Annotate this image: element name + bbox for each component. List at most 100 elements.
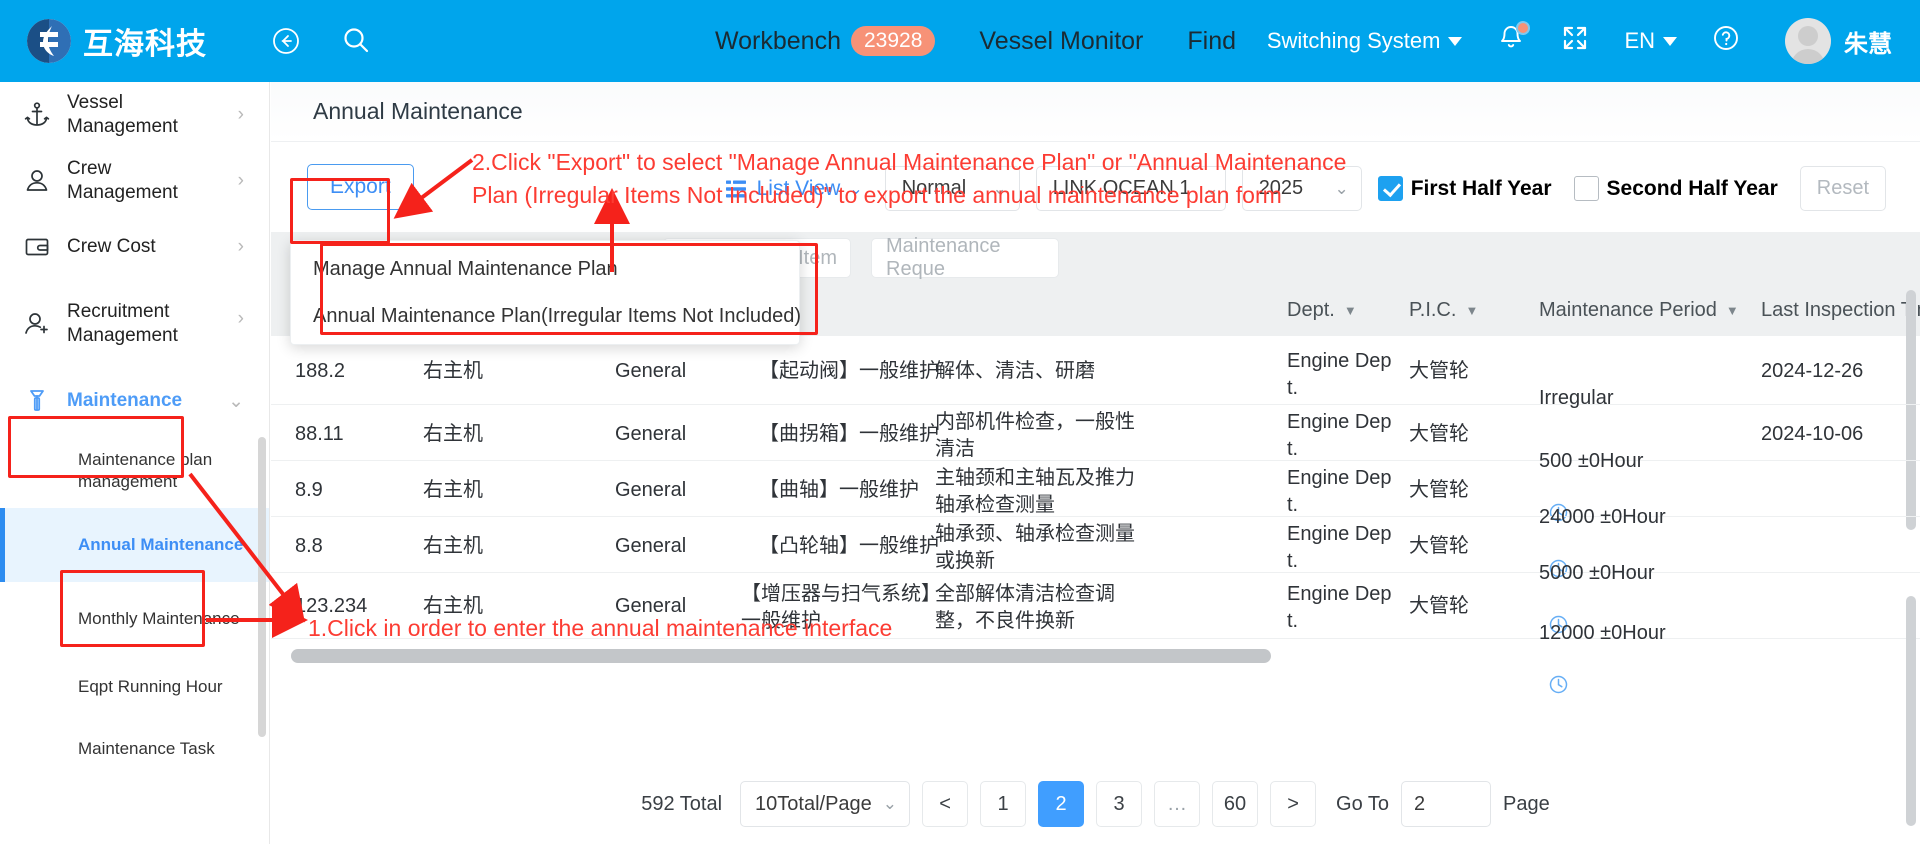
- sidebar-subitem-label: Eqpt Running Hour: [78, 677, 223, 697]
- column-header-last-inspection-time[interactable]: Last Inspection Tim: [1761, 284, 1920, 336]
- chevron-down-icon: [1663, 36, 1677, 46]
- wallet-icon: [20, 230, 54, 264]
- cell-equipment: 右主机: [423, 423, 483, 445]
- table-row[interactable]: 188.2 右主机 General 【起动阀】一般维护 解体、清洁、研磨 Eng…: [271, 336, 1920, 409]
- column-header-dept[interactable]: Dept. ▼: [1287, 284, 1357, 336]
- nav-item-workbench[interactable]: Workbench 23928: [715, 25, 936, 57]
- pagination-next-button[interactable]: >: [1270, 781, 1317, 827]
- cell-no: 8.9: [295, 479, 323, 501]
- maintenance-reque-filter-input[interactable]: Maintenance Reque: [871, 235, 1059, 280]
- notification-button[interactable]: [1479, 21, 1543, 59]
- sidebar: Vessel Management › Crew Management › Cr…: [0, 82, 270, 844]
- page-size-select[interactable]: 10Total/Page ⌄: [740, 781, 911, 827]
- sidebar-subitem-monthly-maintenance[interactable]: Monthly Maintenance: [0, 582, 269, 656]
- sidebar-item-label: Recruitment Management: [67, 301, 178, 346]
- column-label: Dept.: [1287, 298, 1335, 321]
- normal-select[interactable]: Normal ⌄: [884, 166, 1020, 211]
- cell-pic: 大管轮: [1409, 479, 1469, 501]
- list-view-toggle[interactable]: List View ⌄: [724, 177, 863, 201]
- first-half-year-checkbox[interactable]: First Half Year: [1377, 176, 1552, 201]
- sidebar-item-vessel-management[interactable]: Vessel Management ›: [0, 82, 269, 148]
- cell-last-inspection: 2024-10-06: [1761, 423, 1864, 445]
- nav-item-vessel-monitor[interactable]: Vessel Monitor: [979, 27, 1143, 56]
- sort-caret-icon: ▼: [1465, 302, 1479, 318]
- sidebar-item-crew-cost[interactable]: Crew Cost ›: [0, 214, 269, 280]
- cell-dept: Engine Dep t.: [1287, 411, 1392, 460]
- sidebar-subitem-maintenance-plan-management[interactable]: Maintenance plan management: [0, 434, 269, 508]
- search-icon[interactable]: [339, 24, 373, 58]
- chevron-down-icon: [1448, 36, 1463, 46]
- language-switch-button[interactable]: EN: [1607, 28, 1694, 54]
- brand[interactable]: 互海科技: [26, 18, 207, 64]
- cell-requirement: 全部解体清洁检查调 整，不良件换新: [935, 583, 1115, 632]
- sidebar-scrollbar[interactable]: [258, 437, 266, 737]
- chevron-down-icon: ⌄: [992, 178, 1007, 198]
- switching-system-button[interactable]: Switching System: [1250, 28, 1480, 54]
- avatar: [1785, 18, 1831, 64]
- table-row[interactable]: 8.9 右主机 General 【曲轴】一般维护 主轴颈和主轴瓦及推力 轴承检查…: [271, 461, 1920, 578]
- pagination-page-3[interactable]: 3: [1096, 781, 1143, 827]
- table-row[interactable]: 88.11 右主机 General 【曲拐箱】一般维护 内部机件检查，一般性 清…: [271, 405, 1920, 522]
- cell-pic: 大管轮: [1409, 595, 1469, 617]
- pagination-ellipsis[interactable]: …: [1154, 781, 1201, 827]
- cell-requirement: 轴承颈、轴承检查测量 或换新: [935, 523, 1135, 572]
- pagination-goto-input[interactable]: 2: [1401, 781, 1492, 827]
- main-nav: Workbench 23928 Vessel Monitor Find: [715, 0, 1236, 82]
- help-button[interactable]: [1694, 23, 1758, 59]
- sidebar-item-recruitment-management[interactable]: Recruitment Management ›: [0, 280, 269, 368]
- person-add-icon: [20, 307, 54, 341]
- cell-item: 【增压器与扫气系统】 一般维护: [741, 583, 941, 632]
- pagination-page-60[interactable]: 60: [1212, 781, 1259, 827]
- second-half-year-checkbox[interactable]: Second Half Year: [1573, 176, 1778, 201]
- cell-pic: 大管轮: [1409, 535, 1469, 557]
- vessel-select[interactable]: LINK OCEAN 1 ⌄: [1035, 166, 1226, 211]
- chevron-right-icon: ›: [237, 308, 244, 329]
- toolbar: Export List View ⌄ Normal ⌄ LINK OCEAN 1…: [271, 142, 1920, 232]
- column-label: Last Inspection Tim: [1761, 298, 1920, 321]
- pagination-page-1[interactable]: 1: [980, 781, 1027, 827]
- sidebar-subitem-label: Annual Maintenance: [78, 535, 244, 555]
- table-row[interactable]: 8.8 右主机 General 【凸轮轴】一般维护 轴承颈、轴承检查测量 或换新…: [271, 517, 1920, 634]
- year-select[interactable]: 2025 ⌄: [1241, 166, 1362, 211]
- language-label: EN: [1624, 28, 1655, 53]
- sidebar-item-label: Crew Management: [67, 158, 178, 203]
- table-horizontal-scrollbar[interactable]: [291, 649, 1271, 663]
- switching-system-label: Switching System: [1266, 28, 1441, 53]
- notification-dot: [1516, 21, 1531, 35]
- page-size-value: 10Total/Page: [755, 792, 872, 815]
- chevron-right-icon: ›: [237, 236, 244, 257]
- chevron-down-icon: ⌄: [228, 390, 244, 412]
- pagination-prev-button[interactable]: <: [922, 781, 969, 827]
- sidebar-subitem-eqpt-running-hour[interactable]: Eqpt Running Hour: [0, 656, 269, 718]
- column-label: Maintenance Period: [1539, 298, 1717, 321]
- sidebar-subitem-annual-maintenance[interactable]: Annual Maintenance: [0, 508, 269, 582]
- export-option-manage-annual-maintenance-plan[interactable]: Manage Annual Maintenance Plan: [313, 258, 618, 281]
- cell-item: 【曲拐箱】一般维护: [759, 423, 939, 445]
- pagination-page-2[interactable]: 2: [1038, 781, 1085, 827]
- back-arrow-icon[interactable]: [269, 24, 303, 58]
- company-logo-icon: [26, 18, 72, 64]
- sidebar-item-crew-management[interactable]: Crew Management ›: [0, 148, 269, 214]
- cell-no: 8.8: [295, 535, 323, 557]
- user-menu[interactable]: 朱慧: [1758, 18, 1902, 64]
- sidebar-item-maintenance[interactable]: Maintenance ⌄: [0, 368, 269, 434]
- export-button[interactable]: Export: [307, 164, 414, 210]
- column-header-pic[interactable]: P.I.C. ▼: [1409, 284, 1478, 336]
- column-header-maintenance-period[interactable]: Maintenance Period ▼: [1539, 284, 1739, 336]
- cell-pic: 大管轮: [1409, 360, 1469, 382]
- help-circle-icon: [1711, 23, 1741, 59]
- reset-button[interactable]: Reset: [1799, 166, 1886, 211]
- table-row[interactable]: 123.234 右主机 General 【增压器与扫气系统】 一般维护 全部解体…: [271, 573, 1920, 694]
- cell-dept: Engine Dep t.: [1287, 467, 1392, 516]
- cell-no: 188.2: [295, 360, 346, 382]
- export-dropdown-menu[interactable]: Manage Annual Maintenance Plan Annual Ma…: [290, 240, 801, 345]
- chevron-right-icon: ›: [237, 170, 244, 191]
- sidebar-subitem-maintenance-task[interactable]: Maintenance Task: [0, 718, 269, 780]
- sidebar-subitem-label: Monthly Maintenance: [78, 609, 240, 629]
- export-option-annual-maintenance-plan-irregular[interactable]: Annual Maintenance Plan(Irregular Items …: [313, 305, 801, 328]
- cell-equipment: 右主机: [423, 595, 483, 617]
- nav-item-find[interactable]: Find: [1187, 27, 1236, 56]
- cell-no: 123.234: [295, 595, 368, 617]
- cell-equipment: 右主机: [423, 360, 483, 382]
- fullscreen-button[interactable]: [1543, 23, 1607, 59]
